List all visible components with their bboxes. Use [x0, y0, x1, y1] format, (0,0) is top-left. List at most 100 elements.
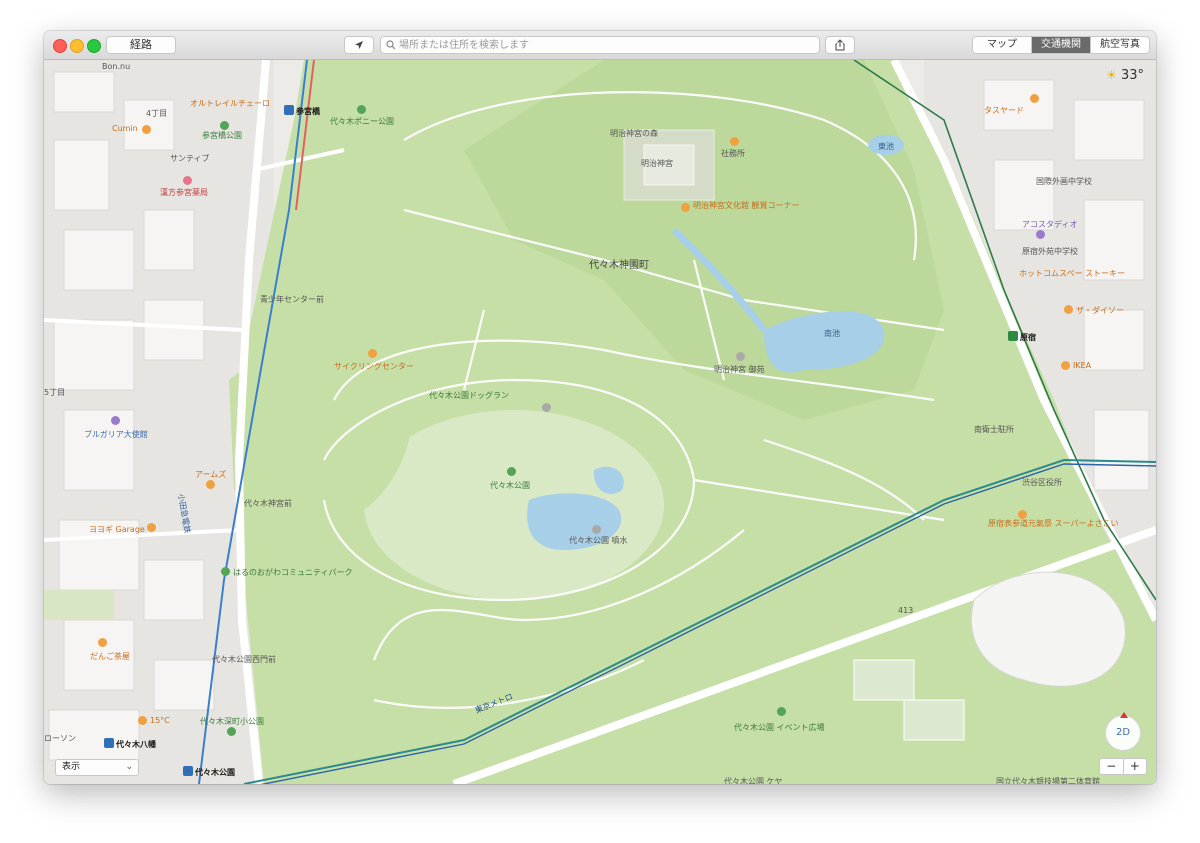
- arms-icon: [206, 480, 215, 489]
- shamusho-icon: [730, 137, 739, 146]
- current-location-button[interactable]: [344, 36, 374, 54]
- mode-transit-tab[interactable]: 交通機関: [1032, 37, 1091, 53]
- kouei-label[interactable]: 南衛士駐所: [974, 424, 1014, 435]
- ikea-label[interactable]: IKEA: [1073, 361, 1091, 370]
- fountain-label[interactable]: 代々木公園 噴水: [569, 535, 628, 546]
- station-icon: [284, 105, 294, 115]
- cycling-label[interactable]: サイクリングセンター: [334, 361, 414, 372]
- compass-2d-button[interactable]: 2D: [1105, 712, 1141, 751]
- map-canvas[interactable]: ☀ 33° 代々木神園町 Bon.nu 4丁目 5丁目 代々木公園 代々木公園ド…: [44, 60, 1156, 784]
- weather-indicator: ☀ 33°: [1106, 68, 1144, 83]
- meiji-culture-icon: [681, 203, 690, 212]
- supermarket-label[interactable]: 原宿表参道元氣祭 スーパーよさこい: [988, 518, 1118, 529]
- yoyogi-garage-label[interactable]: ヨヨギ Garage: [89, 524, 145, 535]
- pony-label[interactable]: 代々木ポニー公園: [330, 116, 394, 127]
- station-icon: [104, 738, 114, 748]
- harajuku-station[interactable]: 原宿: [1008, 331, 1036, 343]
- route-label: 413: [898, 606, 914, 615]
- sangubashi-station[interactable]: 参宮橋: [284, 105, 320, 117]
- meiji-culture-label[interactable]: 明治神宮文化館 観賞コーナー: [693, 200, 800, 211]
- cumin-label[interactable]: Cumin: [112, 124, 138, 133]
- maps-window: 経路 マップ 交通機関 航空写真: [44, 31, 1156, 784]
- gym-label[interactable]: 国立代々木競技場第二体育館: [996, 776, 1100, 784]
- olrail-label[interactable]: オルトレイルチェーロ: [190, 98, 270, 109]
- park-icon: [507, 467, 516, 476]
- temp15-label[interactable]: 15°C: [150, 716, 170, 725]
- search-icon: [386, 40, 396, 50]
- minimize-button[interactable]: [70, 39, 84, 53]
- yoyogi-garage-icon: [147, 523, 156, 532]
- bon-label: Bon.nu: [102, 62, 131, 71]
- temp15-icon: [138, 716, 147, 725]
- bulgaria-label[interactable]: ブルガリア大使館: [84, 429, 148, 440]
- subway-icon: [183, 766, 193, 776]
- view-options-select[interactable]: 表示 ⌄: [55, 759, 139, 776]
- toolbar: 経路 マップ 交通機関 航空写真: [44, 31, 1156, 60]
- partly-cloudy-icon: ☀: [1106, 68, 1117, 82]
- harunoogawa-label[interactable]: はるのおがわコミュニティパーク: [233, 567, 353, 578]
- share-button[interactable]: [825, 36, 855, 54]
- district-label: 代々木神園町: [589, 260, 649, 271]
- daiso-label[interactable]: ザ・ダイソー: [1076, 305, 1124, 316]
- yoyogi-west-gate-label[interactable]: 代々木公園西門前: [212, 654, 276, 665]
- bulgaria-icon: [111, 416, 120, 425]
- mode-map-tab[interactable]: マップ: [973, 37, 1032, 53]
- dogrun-icon: [542, 403, 551, 412]
- directions-button[interactable]: 経路: [106, 36, 176, 54]
- dango-label[interactable]: だんご茶屋: [90, 651, 130, 662]
- saintif-label[interactable]: サンティブ: [170, 153, 210, 164]
- harunoogawa-icon: [221, 567, 230, 576]
- chevron-down-icon: ⌄: [125, 762, 133, 772]
- meiji-sho-label[interactable]: 明治神宮 御苑: [714, 364, 765, 375]
- search-input[interactable]: [399, 37, 809, 53]
- youth-center-label[interactable]: 青少年センター前: [260, 294, 324, 305]
- cycling-icon: [368, 349, 377, 358]
- sangubashi-park-label[interactable]: 参宮橋公園: [202, 130, 242, 141]
- hot-label[interactable]: ホットコムスペー ストーキー: [1019, 268, 1125, 279]
- zoom-button[interactable]: [87, 39, 101, 53]
- fukamachi-label[interactable]: 代々木深町小公園: [200, 716, 264, 727]
- share-icon: [835, 39, 845, 51]
- yoyogi-park-label[interactable]: 代々木公園: [490, 480, 530, 491]
- kanpo-label[interactable]: 漢方参宮薬局: [160, 187, 208, 198]
- shamusho-label[interactable]: 社務所: [721, 148, 745, 159]
- zoom-in-button[interactable]: +: [1123, 758, 1147, 775]
- meiji-sho-icon: [736, 352, 745, 361]
- lawson-label[interactable]: ローソン: [44, 733, 76, 744]
- meiji-shrine-label[interactable]: 明治神宮: [641, 158, 673, 169]
- cumin-icon: [142, 125, 151, 134]
- yoyogi-bus-label[interactable]: 代々木神宮前: [244, 498, 292, 509]
- daiso-icon: [1064, 305, 1073, 314]
- tosho-label[interactable]: 国際外画中学校: [1036, 176, 1092, 187]
- minami-ike-label: 南池: [824, 329, 840, 338]
- asajiya-icon: [1030, 94, 1039, 103]
- weather-temperature: 33°: [1120, 68, 1144, 83]
- chome4-label: 4丁目: [146, 109, 168, 118]
- acos-icon: [1036, 230, 1045, 239]
- dogrun-label[interactable]: 代々木公園ドッグラン: [429, 390, 509, 401]
- event-square-icon: [777, 707, 786, 716]
- jr-icon: [1008, 331, 1018, 341]
- mode-satellite-tab[interactable]: 航空写真: [1091, 37, 1149, 53]
- zoom-out-button[interactable]: −: [1099, 758, 1124, 775]
- meiji-forest-label[interactable]: 明治神宮の森: [610, 128, 658, 139]
- yoyogi-koen-station[interactable]: 代々木公園: [183, 766, 235, 778]
- kanpo-icon: [183, 176, 192, 185]
- sangubashi-park-icon: [220, 121, 229, 130]
- kiosk-label[interactable]: 渋谷区役所: [1022, 477, 1062, 488]
- pony-icon: [357, 105, 366, 114]
- event-square-label[interactable]: 代々木公園 イベント広場: [734, 722, 825, 733]
- close-button[interactable]: [53, 39, 67, 53]
- location-arrow-icon: [355, 41, 363, 49]
- map-mode-segmented[interactable]: マップ 交通機関 航空写真: [972, 36, 1150, 54]
- search-field[interactable]: [380, 36, 820, 54]
- harajuku-ri-label[interactable]: 原宿外苑中学校: [1022, 246, 1078, 257]
- zoom-controls[interactable]: − +: [1099, 758, 1147, 775]
- arms-label[interactable]: アームズ: [195, 469, 226, 480]
- north-arrow-icon: [1120, 712, 1128, 718]
- map-graphics: [44, 60, 1156, 784]
- yoyogi-hachiman-station[interactable]: 代々木八幡: [104, 738, 156, 750]
- asajiya-label[interactable]: タスヤード: [984, 105, 1024, 116]
- acos-label[interactable]: アコスタディオ: [1022, 219, 1077, 230]
- yoyogi-hall-label[interactable]: 代々木公園 ケヤ: [724, 776, 783, 784]
